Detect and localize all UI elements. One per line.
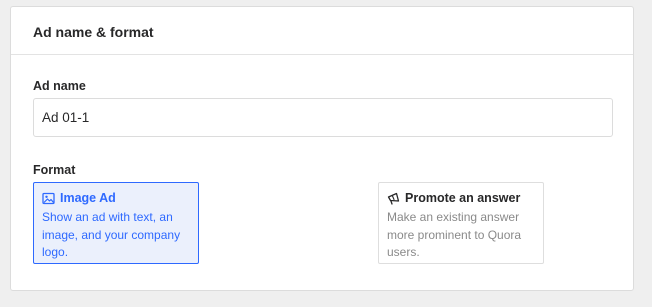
- ad-name-format-card: Ad name & format Ad name Format Image Ad…: [10, 6, 634, 291]
- ad-name-input[interactable]: [33, 98, 613, 137]
- image-icon: [42, 192, 55, 205]
- option-title: Image Ad: [60, 191, 116, 205]
- option-header: Image Ad: [42, 191, 190, 205]
- format-label: Format: [33, 163, 76, 177]
- option-header: Promote an answer: [387, 191, 535, 205]
- format-option-promote-answer[interactable]: Promote an answer Make an existing answe…: [378, 182, 544, 264]
- option-description: Make an existing answer more prominent t…: [387, 210, 522, 259]
- ad-name-label: Ad name: [33, 79, 86, 93]
- megaphone-icon: [387, 192, 400, 205]
- option-description: Show an ad with text, an image, and your…: [42, 210, 181, 259]
- card-header: Ad name & format: [11, 7, 633, 55]
- option-title: Promote an answer: [405, 191, 521, 205]
- format-option-image-ad[interactable]: Image Ad Show an ad with text, an image,…: [33, 182, 199, 264]
- section-title: Ad name & format: [33, 23, 154, 40]
